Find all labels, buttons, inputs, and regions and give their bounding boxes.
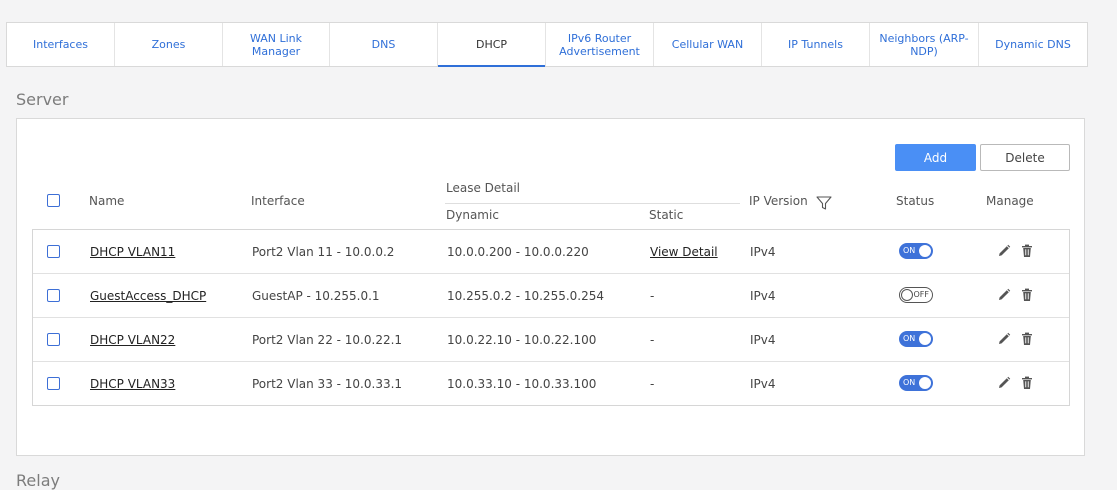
- server-section-title: Server: [16, 90, 69, 109]
- dynamic-range-cell: 10.0.22.10 - 10.0.22.100: [447, 333, 597, 347]
- filter-icon[interactable]: [816, 195, 832, 211]
- static-cell: -: [650, 333, 655, 347]
- static-cell: -: [650, 289, 655, 303]
- pencil-icon[interactable]: [996, 375, 1012, 391]
- tab-dynamic-dns[interactable]: Dynamic DNS: [979, 23, 1087, 66]
- dynamic-range-cell: 10.0.0.200 - 10.0.0.220: [447, 245, 589, 259]
- status-toggle[interactable]: ON: [899, 331, 933, 347]
- server-name-link[interactable]: GuestAccess_DHCP: [90, 289, 206, 303]
- pencil-icon[interactable]: [996, 287, 1012, 303]
- table-row: DHCP VLAN11 Port2 Vlan 11 - 10.0.0.2 10.0.…: [33, 230, 1069, 274]
- row-checkbox[interactable]: [47, 289, 60, 302]
- status-toggle[interactable]: ON: [899, 375, 933, 391]
- tab-zones[interactable]: Zones: [115, 23, 223, 66]
- delete-button[interactable]: Delete: [980, 144, 1070, 171]
- tab-dhcp[interactable]: DHCP: [438, 23, 546, 67]
- pencil-icon[interactable]: [996, 243, 1012, 259]
- add-button[interactable]: Add: [895, 144, 976, 171]
- static-cell: -: [650, 377, 655, 391]
- ip-version-cell: IPv4: [750, 333, 776, 347]
- tab-wan-link-manager[interactable]: WAN Link Manager: [223, 23, 330, 66]
- column-header-status: Status: [896, 194, 935, 208]
- server-name-link[interactable]: DHCP VLAN22: [90, 333, 175, 347]
- row-checkbox[interactable]: [47, 245, 60, 258]
- interface-cell: Port2 Vlan 11 - 10.0.0.2: [252, 245, 395, 259]
- interface-cell: Port2 Vlan 33 - 10.0.33.1: [252, 377, 403, 391]
- column-header-dynamic: Dynamic: [446, 208, 499, 222]
- column-header-static: Static: [649, 208, 684, 222]
- dynamic-range-cell: 10.255.0.2 - 10.255.0.254: [447, 289, 605, 303]
- row-checkbox[interactable]: [47, 333, 60, 346]
- trash-icon[interactable]: [1019, 331, 1035, 347]
- tab-cellular-wan[interactable]: Cellular WAN: [654, 23, 762, 66]
- tab-neighbors-arp-ndp[interactable]: Neighbors (ARP-NDP): [870, 23, 979, 66]
- interface-cell: GuestAP - 10.255.0.1: [252, 289, 380, 303]
- ip-version-cell: IPv4: [750, 245, 776, 259]
- table-row: GuestAccess_DHCP GuestAP - 10.255.0.1 10.2…: [33, 274, 1069, 318]
- status-toggle[interactable]: OFF: [899, 287, 933, 303]
- table-row: DHCP VLAN22 Port2 Vlan 22 - 10.0.22.1 10.0…: [33, 318, 1069, 362]
- dhcp-server-table: DHCP VLAN11 Port2 Vlan 11 - 10.0.0.2 10.0.…: [32, 229, 1070, 406]
- trash-icon[interactable]: [1019, 243, 1035, 259]
- toggle-knob: [919, 333, 931, 345]
- column-header-ip-version: IP Version: [749, 194, 808, 208]
- toggle-knob: [919, 245, 931, 257]
- server-panel: Add Delete Name Interface Lease Detail D…: [16, 118, 1085, 456]
- column-header-interface: Interface: [251, 194, 305, 208]
- view-detail-link[interactable]: View Detail: [650, 245, 718, 259]
- status-toggle-label: OFF: [913, 290, 930, 299]
- interface-cell: Port2 Vlan 22 - 10.0.22.1: [252, 333, 403, 347]
- tab-ip-tunnels[interactable]: IP Tunnels: [762, 23, 870, 66]
- lease-detail-divider: [445, 203, 740, 204]
- pencil-icon[interactable]: [996, 331, 1012, 347]
- column-header-lease-detail: Lease Detail: [446, 181, 521, 195]
- table-row: DHCP VLAN33 Port2 Vlan 33 - 10.0.33.1 10.0…: [33, 362, 1069, 406]
- toggle-knob: [919, 377, 931, 389]
- toggle-knob: [901, 289, 913, 301]
- trash-icon[interactable]: [1019, 287, 1035, 303]
- column-header-manage: Manage: [986, 194, 1034, 208]
- status-toggle-label: ON: [903, 246, 916, 255]
- column-header-name: Name: [89, 194, 125, 208]
- server-name-link[interactable]: DHCP VLAN11: [90, 245, 175, 259]
- dynamic-range-cell: 10.0.33.10 - 10.0.33.100: [447, 377, 597, 391]
- ip-version-cell: IPv4: [750, 289, 776, 303]
- ip-version-cell: IPv4: [750, 377, 776, 391]
- status-toggle-label: ON: [903, 378, 916, 387]
- row-checkbox[interactable]: [47, 377, 60, 390]
- tab-bar: Interfaces Zones WAN Link Manager DNS DHCP IP…: [6, 22, 1088, 67]
- tab-dns[interactable]: DNS: [330, 23, 438, 66]
- server-name-link[interactable]: DHCP VLAN33: [90, 377, 175, 391]
- tab-interfaces[interactable]: Interfaces: [7, 23, 115, 66]
- status-toggle-label: ON: [903, 334, 916, 343]
- trash-icon[interactable]: [1019, 375, 1035, 391]
- tab-ipv6-router-advertisement[interactable]: IPv6 Router Advertisement: [546, 23, 654, 66]
- relay-section-title: Relay: [16, 471, 60, 490]
- select-all-checkbox[interactable]: [47, 194, 60, 207]
- status-toggle[interactable]: ON: [899, 243, 933, 259]
